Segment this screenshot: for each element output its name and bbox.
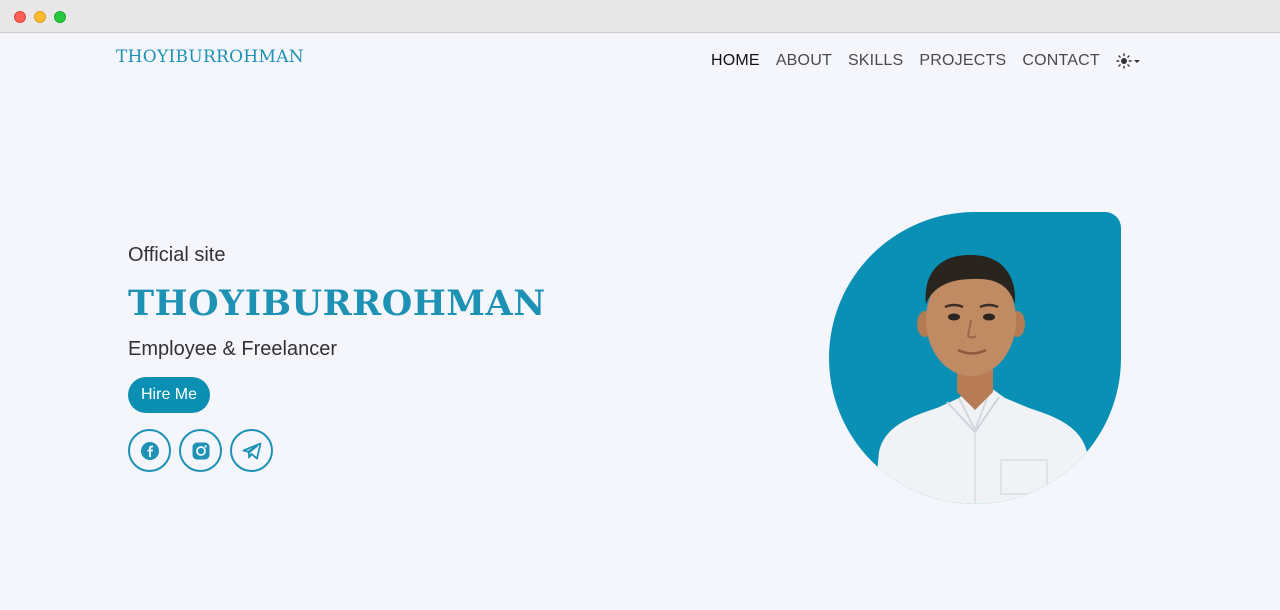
- hero-section: Official site THOYIBURROHMAN Employee & …: [128, 244, 546, 472]
- hero-name: THOYIBURROHMAN: [128, 283, 546, 324]
- close-window-button[interactable]: [14, 11, 26, 23]
- telegram-icon: [242, 442, 261, 459]
- nav-item-skills[interactable]: SKILLS: [848, 52, 903, 70]
- telegram-link[interactable]: [230, 429, 273, 472]
- hire-me-button[interactable]: Hire Me: [128, 377, 211, 413]
- instagram-link[interactable]: [179, 429, 222, 472]
- nav-item-home[interactable]: HOME: [711, 52, 760, 70]
- browser-window-bar: [0, 0, 1280, 33]
- caret-down-icon: [1133, 60, 1140, 63]
- profile-photo: [829, 212, 1121, 504]
- nav-item-projects[interactable]: PROJECTS: [919, 52, 1006, 70]
- maximize-window-button[interactable]: [54, 11, 66, 23]
- profile-person-image: [874, 254, 1091, 504]
- nav-item-contact[interactable]: CONTACT: [1022, 52, 1100, 70]
- main-nav: HOME ABOUT SKILLS PROJECTS CONTACT: [711, 52, 1142, 70]
- hero-role: Employee & Freelancer: [128, 338, 337, 360]
- sun-icon: [1116, 53, 1132, 69]
- nav-item-about[interactable]: ABOUT: [776, 52, 832, 70]
- instagram-icon: [192, 442, 209, 459]
- brand-logo-link[interactable]: THOYIBURROHMAN: [116, 47, 304, 67]
- minimize-window-button[interactable]: [34, 11, 46, 23]
- hero-subtitle: Official site: [128, 244, 226, 266]
- social-links: [128, 429, 546, 472]
- theme-toggle-dropdown[interactable]: [1116, 53, 1142, 69]
- facebook-link[interactable]: [128, 429, 171, 472]
- facebook-icon: [140, 441, 159, 460]
